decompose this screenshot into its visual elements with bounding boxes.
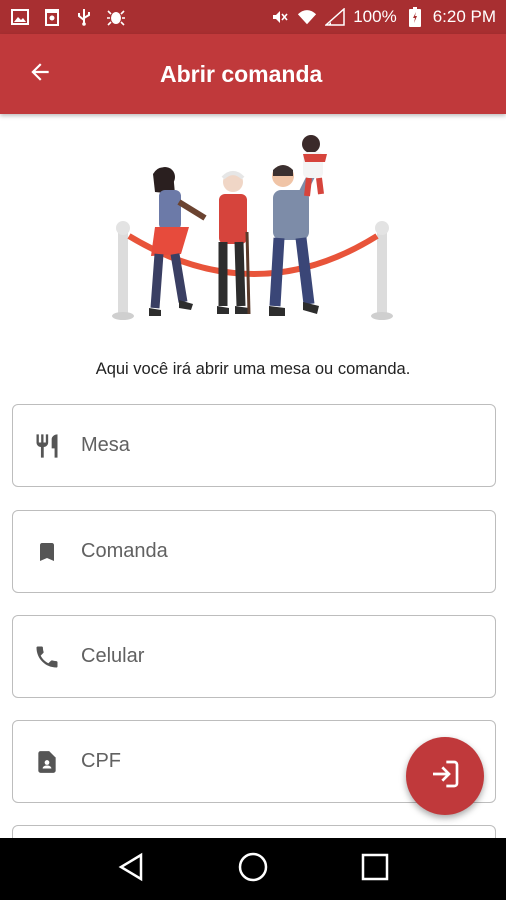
image-icon xyxy=(10,7,30,27)
status-left-icons xyxy=(10,7,126,27)
battery-percent: 100% xyxy=(353,7,397,26)
nav-back-button[interactable] xyxy=(101,839,161,899)
status-bar: 100% 6:20 PM xyxy=(0,0,506,34)
page-title: Abrir comanda xyxy=(160,60,323,87)
back-triangle-icon xyxy=(116,852,146,887)
nav-home-button[interactable] xyxy=(223,839,283,899)
page-subtitle: Aqui você irá abrir uma mesa ou comanda. xyxy=(95,360,411,378)
wifi-icon xyxy=(297,7,317,27)
comanda-field[interactable]: Comanda xyxy=(12,510,496,593)
comanda-label: Comanda xyxy=(81,540,168,562)
cpf-label: CPF xyxy=(81,750,121,772)
celular-field[interactable]: Celular xyxy=(12,615,496,698)
phone-icon xyxy=(13,643,81,671)
fork-knife-icon xyxy=(13,432,81,460)
mesa-label: Mesa xyxy=(81,434,130,456)
home-circle-icon xyxy=(237,851,269,888)
id-document-icon xyxy=(13,748,81,776)
status-right: 100% 6:20 PM xyxy=(269,7,496,27)
recents-square-icon xyxy=(360,852,390,887)
nav-recents-button[interactable] xyxy=(345,839,405,899)
celular-label: Celular xyxy=(81,645,145,667)
system-nav-bar xyxy=(0,838,506,900)
back-button[interactable] xyxy=(0,34,80,114)
recycle-icon xyxy=(42,7,62,27)
bookmark-icon xyxy=(13,538,81,566)
mesa-field[interactable]: Mesa xyxy=(12,404,496,487)
usb-icon xyxy=(74,7,94,27)
main-content: Aqui você irá abrir uma mesa ou comanda.… xyxy=(0,114,506,838)
status-time: 6:20 PM xyxy=(432,7,496,26)
login-icon xyxy=(429,758,461,795)
app-bar: Abrir comanda xyxy=(0,34,506,114)
arrow-left-icon xyxy=(27,59,53,90)
mute-icon xyxy=(269,7,289,27)
next-field[interactable] xyxy=(12,825,496,838)
bug-icon xyxy=(106,7,126,27)
queue-illustration xyxy=(112,135,393,320)
login-button[interactable] xyxy=(406,737,484,815)
signal-icon xyxy=(325,7,345,27)
battery-icon xyxy=(405,7,425,27)
